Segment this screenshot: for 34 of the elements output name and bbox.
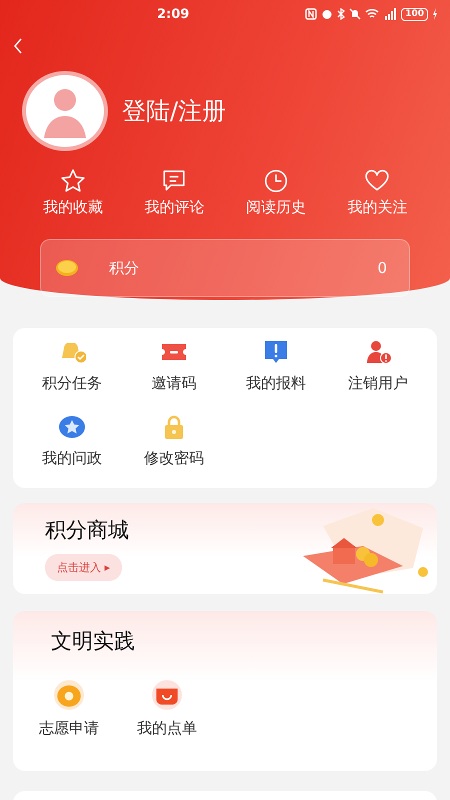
- practice-button[interactable]: 志愿申请: [39, 679, 99, 738]
- practice-button[interactable]: 我的点单: [137, 679, 197, 738]
- points-value: 0: [377, 259, 387, 277]
- signal-icon: [383, 8, 398, 20]
- login-register-link[interactable]: 登陆/注册: [122, 95, 226, 127]
- charging-icon: [432, 8, 438, 20]
- star-icon: [60, 168, 86, 194]
- shortcut-button[interactable]: 我的收藏: [22, 168, 124, 217]
- bluetooth-icon: [337, 8, 346, 20]
- bell-muted-icon: [349, 8, 362, 20]
- service-button[interactable]: 积分任务: [21, 338, 123, 399]
- service-button[interactable]: 邀请码: [123, 338, 225, 399]
- status-time: 2:09: [157, 6, 190, 22]
- user-warning-icon: [364, 338, 392, 366]
- service-button[interactable]: 注销用户: [327, 338, 429, 399]
- service-button[interactable]: 我的问政: [21, 413, 123, 474]
- service-button[interactable]: 修改密码: [123, 413, 225, 474]
- mall-banner[interactable]: 积分商城 点击进入 ▸: [13, 503, 437, 594]
- shortcut-button[interactable]: 我的评论: [124, 168, 225, 217]
- wifi-icon: [365, 8, 380, 20]
- enter-button[interactable]: 点击进入 ▸: [45, 554, 122, 581]
- section-title: 文明实践: [51, 628, 136, 655]
- service-button[interactable]: 我的报料: [225, 338, 327, 399]
- mall-title: 积分商城: [45, 517, 129, 544]
- shortcut-button[interactable]: 我的关注: [326, 168, 428, 217]
- smile-envelope-icon: [151, 679, 183, 711]
- battery-indicator: 100: [401, 8, 428, 20]
- nfc-icon: [305, 8, 318, 20]
- shortcut-button[interactable]: 阅读历史: [225, 168, 326, 217]
- points-label: 积分: [109, 258, 139, 278]
- coin-badge-icon: [53, 679, 85, 711]
- coin-icon: [55, 259, 79, 277]
- star-badge-icon: [58, 413, 86, 441]
- clock-icon: [262, 168, 289, 194]
